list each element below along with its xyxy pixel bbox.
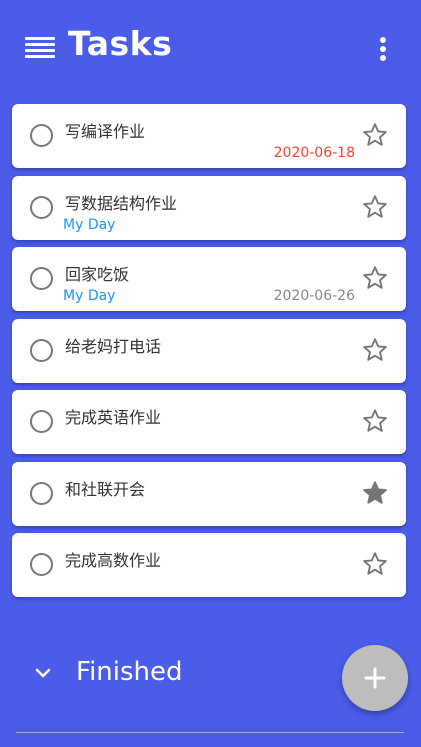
star-icon[interactable] xyxy=(361,121,389,149)
complete-checkbox[interactable] xyxy=(30,410,53,433)
task-item[interactable]: 写数据结构作业 My Day xyxy=(12,175,406,240)
page-title: Tasks xyxy=(68,24,173,63)
task-title: 和社联开会 xyxy=(65,479,146,499)
add-task-button[interactable] xyxy=(342,645,408,711)
task-title: 完成高数作业 xyxy=(65,551,162,570)
star-icon[interactable] xyxy=(361,336,389,364)
complete-checkbox[interactable] xyxy=(30,338,53,362)
task-title: 给老妈打电话 xyxy=(65,336,162,356)
star-icon[interactable] xyxy=(361,264,389,292)
complete-checkbox[interactable] xyxy=(30,481,53,505)
task-title: 完成英语作业 xyxy=(65,408,162,427)
task-item[interactable]: 完成高数作业 xyxy=(12,533,406,597)
task-list: 写编译作业 2020-06-18 写数据结构作业 My Day 回家吃饭 My … xyxy=(12,104,406,605)
task-title: 写数据结构作业 xyxy=(65,193,178,213)
app-bar: Tasks xyxy=(0,0,421,96)
complete-checkbox[interactable] xyxy=(30,553,53,576)
menu-icon[interactable] xyxy=(25,37,55,59)
due-date: 2020-06-26 xyxy=(273,288,355,304)
star-icon[interactable] xyxy=(361,550,389,578)
finished-label: Finished xyxy=(76,657,183,687)
plus-icon xyxy=(364,667,386,689)
complete-checkbox[interactable] xyxy=(30,267,53,290)
task-item[interactable]: 和社联开会 xyxy=(12,461,406,526)
star-filled-icon[interactable] xyxy=(361,479,389,507)
more-vertical-icon[interactable] xyxy=(378,37,388,63)
task-item[interactable]: 回家吃饭 My Day 2020-06-26 xyxy=(12,247,406,311)
chevron-down-icon[interactable] xyxy=(34,666,52,680)
task-title: 回家吃饭 xyxy=(65,265,130,284)
star-icon[interactable] xyxy=(361,407,389,435)
divider xyxy=(16,732,404,733)
complete-checkbox[interactable] xyxy=(30,124,53,147)
task-item[interactable]: 完成英语作业 xyxy=(12,390,406,454)
star-icon[interactable] xyxy=(361,193,389,221)
my-day-label: My Day xyxy=(63,288,116,304)
due-date: 2020-06-18 xyxy=(273,145,355,161)
task-item[interactable]: 给老妈打电话 xyxy=(12,318,406,383)
task-item[interactable]: 写编译作业 2020-06-18 xyxy=(12,104,406,168)
task-title: 写编译作业 xyxy=(65,122,146,141)
my-day-label: My Day xyxy=(63,216,116,233)
complete-checkbox[interactable] xyxy=(30,195,53,219)
